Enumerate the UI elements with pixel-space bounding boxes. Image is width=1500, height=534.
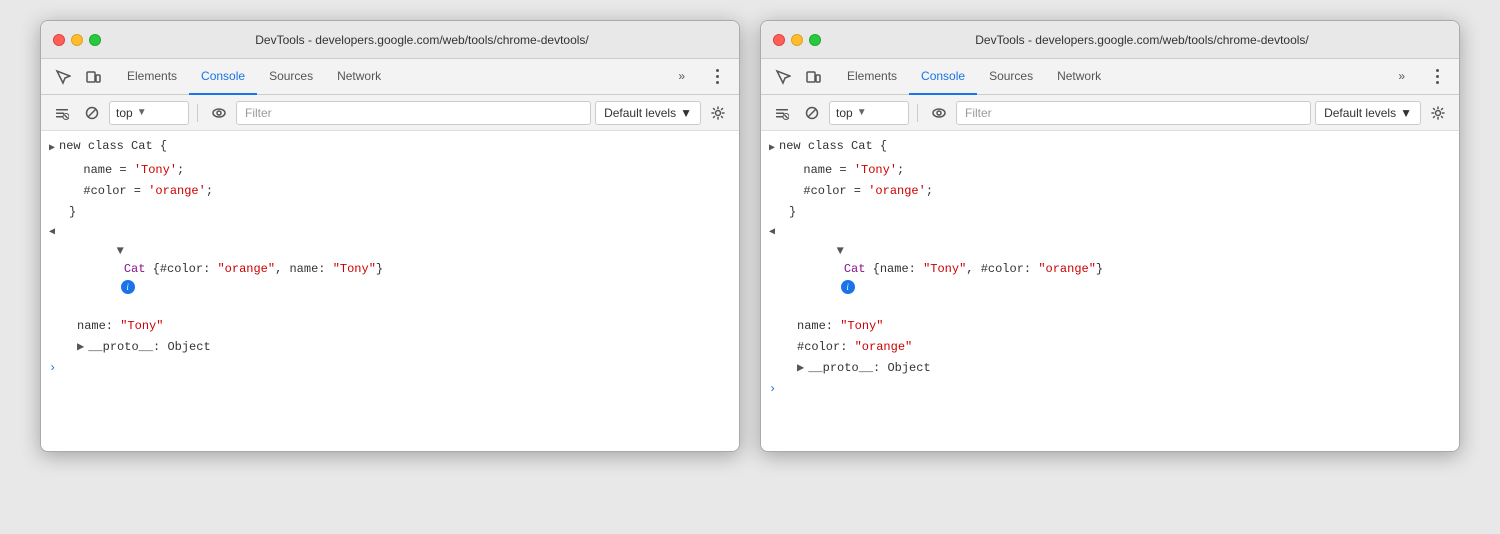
console-line: name = 'Tony'; [781,159,1459,180]
inspect-icon-2[interactable] [769,63,797,91]
return-arrow-1: ◀ [49,224,55,242]
inspect-icon[interactable] [49,63,77,91]
output-line-2: ◀ ▼ Cat {name: "Tony", #color: "orange"}… [761,222,1459,315]
tab-sources-2[interactable]: Sources [977,59,1045,95]
block-btn-1[interactable] [79,100,105,126]
minimize-button-1[interactable] [71,34,83,46]
filter-input-2[interactable] [956,101,1311,125]
settings-btn-2[interactable] [1425,100,1451,126]
traffic-lights-2 [773,34,821,46]
expand-arrow[interactable]: ▶ [49,140,55,158]
proto-arrow-2[interactable]: ▶ [797,359,804,377]
kebab-icon-2 [1436,69,1439,84]
levels-select-2[interactable]: Default levels ▼ [1315,101,1421,125]
collapse-arrow-2[interactable]: ▼ [837,244,844,258]
console-line: } [41,201,739,222]
console-line: name = 'Tony'; [61,159,739,180]
clear-console-btn-1[interactable] [49,100,75,126]
levels-select-1[interactable]: Default levels ▼ [595,101,701,125]
more-tabs-btn-1[interactable]: » [666,59,697,95]
nav-tabs-1: Elements Console Sources Network » [41,59,739,95]
tab-elements-1[interactable]: Elements [115,59,189,95]
tab-elements-2[interactable]: Elements [835,59,909,95]
tab-network-2[interactable]: Network [1045,59,1113,95]
console-line: #color = 'orange'; [781,180,1459,201]
context-arrow-2: ▼ [857,107,867,118]
device-icon[interactable] [79,63,107,91]
context-arrow-1: ▼ [137,107,147,118]
more-tabs-1: » [666,59,731,95]
traffic-lights-1 [53,34,101,46]
prop-line-proto-1: ▶ __proto__: Object [41,336,739,357]
context-value-1: top [116,106,133,120]
settings-btn-1[interactable] [705,100,731,126]
return-arrow-2: ◀ [769,224,775,242]
window-title-1: DevTools - developers.google.com/web/too… [117,33,727,47]
clear-console-btn-2[interactable] [769,100,795,126]
device-icon-2[interactable] [799,63,827,91]
eye-btn-1[interactable] [206,100,232,126]
window-title-2: DevTools - developers.google.com/web/too… [837,33,1447,47]
prop-line-name-1: name: "Tony" [41,315,739,336]
info-badge-1[interactable]: i [121,280,135,294]
console-line: } [761,201,1459,222]
kebab-icon-1 [716,69,719,84]
prop-line-color-2: #color: "orange" [761,336,1459,357]
collapse-arrow-1[interactable]: ▼ [117,244,124,258]
proto-arrow-1[interactable]: ▶ [77,338,84,356]
console-toolbar-2: top ▼ Default levels ▼ [761,95,1459,131]
eye-btn-2[interactable] [926,100,952,126]
tab-sources-1[interactable]: Sources [257,59,325,95]
context-value-2: top [836,106,853,120]
tab-icons-2 [769,63,827,91]
title-bar-1: DevTools - developers.google.com/web/too… [41,21,739,59]
expand-arrow-2[interactable]: ▶ [769,140,775,158]
divider-2 [917,104,918,122]
prop-line-proto-2: ▶ __proto__: Object [761,357,1459,378]
maximize-button-2[interactable] [809,34,821,46]
divider-1 [197,104,198,122]
minimize-button-2[interactable] [791,34,803,46]
more-tabs-2: » [1386,59,1451,95]
devtools-menu-2[interactable] [1423,63,1451,91]
devtools-menu-1[interactable] [703,63,731,91]
filter-input-1[interactable] [236,101,591,125]
console-prompt-1[interactable]: › [41,357,739,379]
nav-tabs-2: Elements Console Sources Network » [761,59,1459,95]
info-badge-2[interactable]: i [841,280,855,294]
close-button-1[interactable] [53,34,65,46]
title-bar-2: DevTools - developers.google.com/web/too… [761,21,1459,59]
tab-console-2[interactable]: Console [909,59,977,95]
console-line: ▶ new class Cat { [761,135,1459,159]
tab-icons-1 [49,63,107,91]
console-content-1: ▶ new class Cat { name = 'Tony'; #color … [41,131,739,451]
close-button-2[interactable] [773,34,785,46]
context-select-1[interactable]: top ▼ [109,101,189,125]
block-btn-2[interactable] [799,100,825,126]
more-tabs-btn-2[interactable]: » [1386,59,1417,95]
prop-line-name-2: name: "Tony" [761,315,1459,336]
console-line: #color = 'orange'; [61,180,739,201]
console-toolbar-1: top ▼ Default levels ▼ [41,95,739,131]
console-content-2: ▶ new class Cat { name = 'Tony'; #color … [761,131,1459,451]
context-select-2[interactable]: top ▼ [829,101,909,125]
maximize-button-1[interactable] [89,34,101,46]
console-line: ▶ new class Cat { [41,135,739,159]
devtools-window-2: DevTools - developers.google.com/web/too… [760,20,1460,452]
tab-network-1[interactable]: Network [325,59,393,95]
devtools-window-1: DevTools - developers.google.com/web/too… [40,20,740,452]
console-prompt-2[interactable]: › [761,378,1459,400]
tab-console-1[interactable]: Console [189,59,257,95]
output-line-1: ◀ ▼ Cat {#color: "orange", name: "Tony"}… [41,222,739,315]
